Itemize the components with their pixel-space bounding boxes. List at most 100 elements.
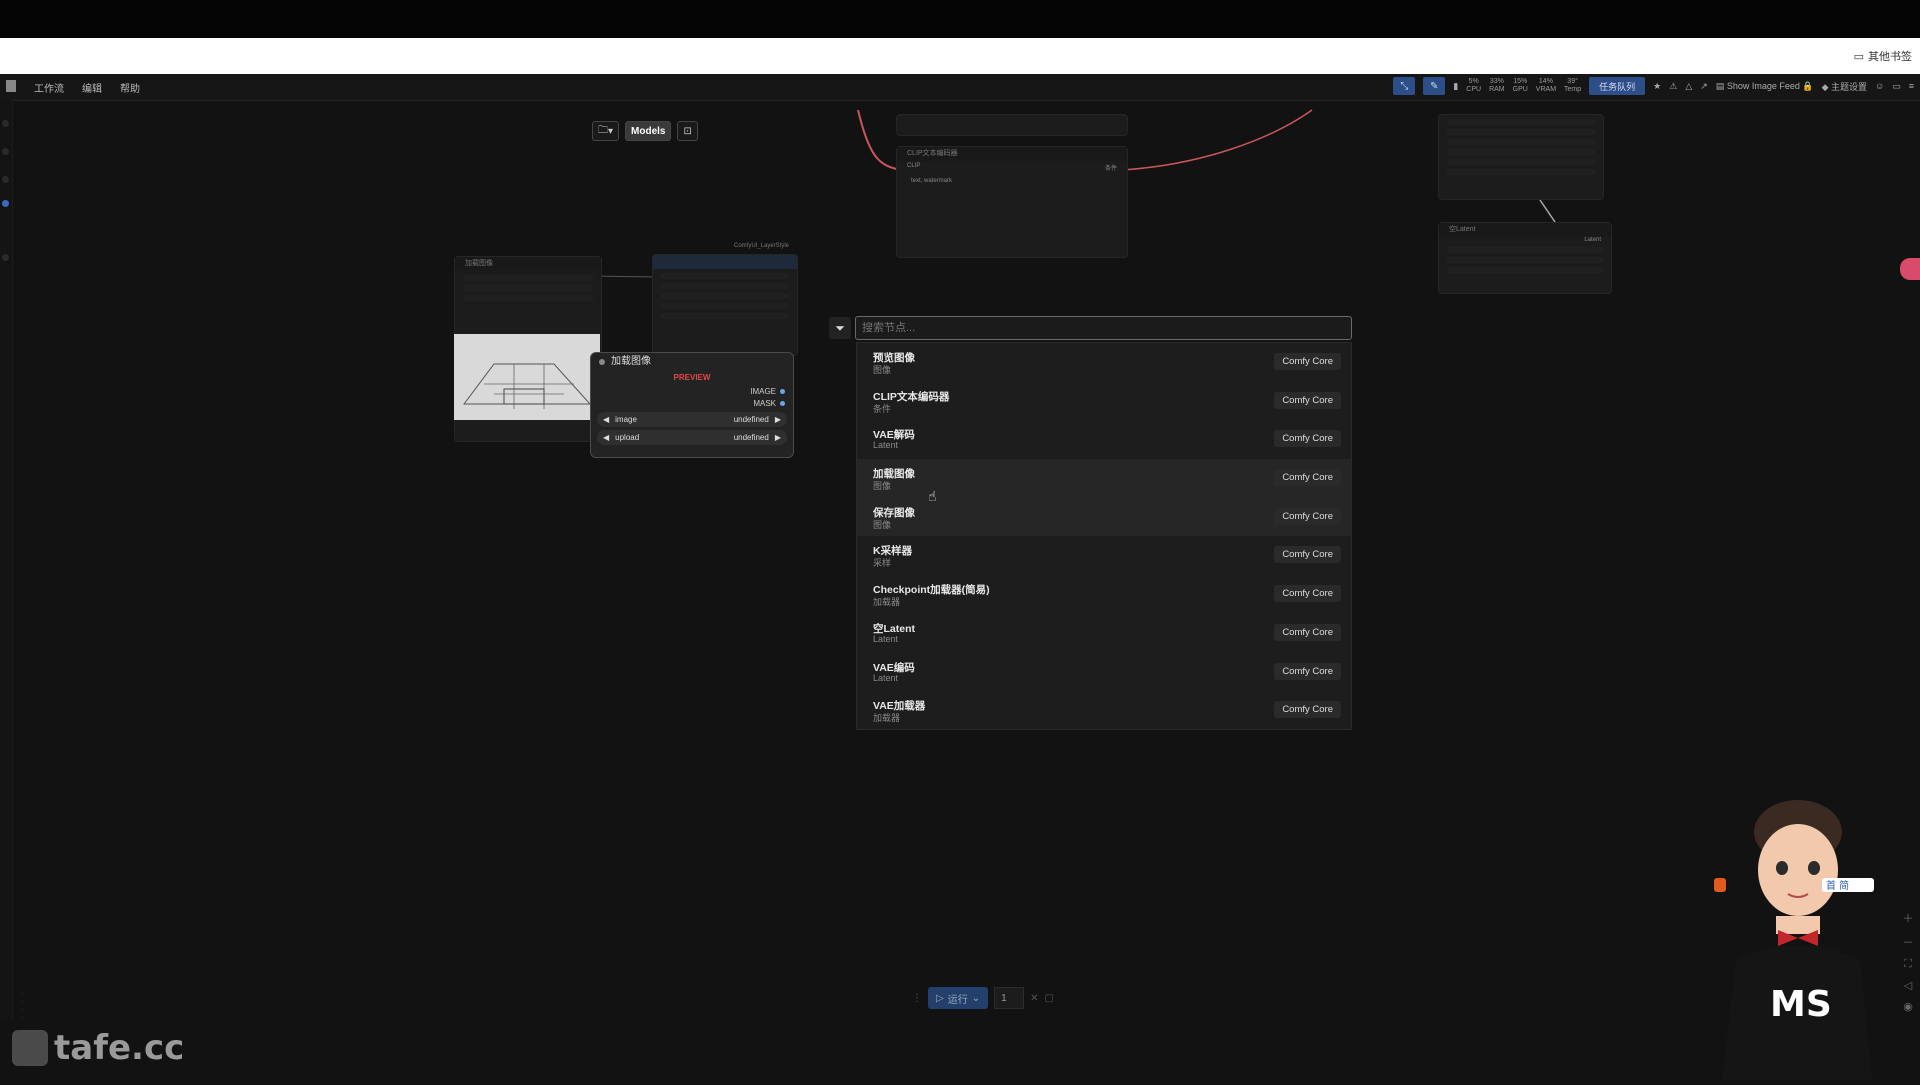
result-category: 图像 — [873, 365, 892, 375]
result-source-badge: Comfy Core — [1274, 469, 1341, 487]
stop-icon[interactable]: ▢ — [1044, 993, 1053, 1004]
fit-view-icon[interactable]: ⛶ — [1904, 958, 1912, 971]
search-result-item[interactable]: 预览图像 图像 Comfy Core — [857, 343, 1351, 382]
load-image-node-header[interactable]: 加载图像 — [591, 353, 793, 371]
avatar-illustration: 首 简 MS — [1714, 800, 1874, 1080]
image-feed-toggle[interactable]: ▤ Show Image Feed 🔒 — [1716, 81, 1814, 92]
node-search-input[interactable] — [855, 316, 1352, 340]
arrow-right-icon[interactable]: ▶ — [769, 433, 781, 442]
small-load-image-title: 加载图像 — [455, 257, 601, 271]
watermark: tafe.cc — [12, 1028, 184, 1068]
pen-toggle-icon[interactable]: ✎ — [1423, 77, 1446, 95]
app-menubar: 工作流 编辑 帮助 ⤡ ✎ ▮ 5% CPU 33% RAM 15% GPU 1… — [0, 74, 1920, 101]
queue-label: 任务队列 — [1599, 81, 1636, 92]
star-icon[interactable]: ★ — [1653, 81, 1661, 92]
top-ghost-node[interactable] — [896, 114, 1128, 136]
result-category: Latent — [873, 672, 899, 683]
output-pin-icon[interactable] — [780, 400, 785, 406]
result-category: 图像 — [873, 481, 892, 492]
eye-icon[interactable]: ◉ — [1903, 1000, 1913, 1013]
result-source-badge: Comfy Core — [1274, 430, 1341, 448]
image-widget-value: undefined — [733, 415, 769, 424]
zoom-in-icon[interactable]: ＋ — [1903, 910, 1914, 926]
hamburger-menu-icon[interactable]: ≡ — [1909, 81, 1914, 91]
other-bookmarks-label: 其他书签 — [1868, 51, 1912, 63]
theme-settings[interactable]: ◆ 主题设置 — [1822, 80, 1867, 93]
search-result-item[interactable]: VAE加载器 加载器 Comfy Core — [857, 691, 1351, 730]
arrow-right-icon[interactable]: ▶ — [769, 415, 781, 424]
result-category: Latent — [873, 440, 899, 451]
locate-icon[interactable]: ◁ — [1904, 979, 1912, 992]
other-bookmarks[interactable]: ▭ 其他书签 — [1854, 48, 1912, 64]
preview-label: PREVIEW — [673, 373, 711, 382]
queue-button[interactable]: 任务队列 — [1589, 77, 1646, 95]
warning-outline-icon[interactable]: △ — [1685, 81, 1692, 92]
latent-output-label: Latent — [1584, 237, 1601, 243]
search-results-list: 预览图像 图像 Comfy Core CLIP文本编码器 条件 Comfy Core VAE… — [856, 342, 1352, 730]
result-category: 条件 — [873, 403, 892, 414]
search-result-item[interactable]: VAE编码 Latent Comfy Core — [857, 653, 1351, 692]
batch-count-input[interactable]: 1 — [994, 987, 1025, 1009]
run-bar: ⋮ ▷ 运行 ⌄ 1 ✕ ▢ — [912, 987, 1054, 1009]
collapse-dot-icon[interactable] — [599, 359, 605, 365]
result-source-badge: Comfy Core — [1274, 507, 1341, 525]
search-result-item[interactable]: 空Latent Latent Comfy Core — [857, 614, 1351, 653]
result-source-badge: Comfy Core — [1274, 585, 1341, 603]
ram-meter: 33% RAM — [1489, 78, 1505, 93]
run-label: 运行 — [947, 994, 968, 1006]
search-result-item[interactable]: K采样器 采样 Comfy Core — [857, 536, 1351, 575]
avatar-shirt-text: MS — [1770, 984, 1832, 1025]
cancel-icon[interactable]: ✕ — [1030, 993, 1038, 1004]
warning-icon[interactable]: ⚠ — [1669, 81, 1677, 92]
output-mask[interactable]: MASK — [591, 397, 793, 409]
result-source-badge: Comfy Core — [1274, 546, 1341, 564]
upload-widget-name: upload — [615, 433, 640, 442]
toolbar-right: ⤡ ✎ ▮ 5% CPU 33% RAM 15% GPU 14% VRAM 39… — [1393, 77, 1914, 95]
bookmark-icon[interactable]: ▮ — [1453, 81, 1458, 92]
result-source-badge: Comfy Core — [1274, 391, 1341, 409]
sketch-image — [454, 334, 600, 420]
load-image-node[interactable]: 加载图像 PREVIEW IMAGE MASK ◀ image undefine… — [590, 352, 794, 458]
hand-cursor-icon: ☝ — [928, 488, 937, 504]
image-widget[interactable]: ◀ image undefined ▶ — [597, 412, 787, 427]
result-category: Latent — [873, 633, 899, 644]
filter-button[interactable]: ⏷ — [829, 317, 851, 339]
empty-latent-node[interactable]: 空Latent Latent — [1438, 222, 1612, 294]
upload-widget[interactable]: ◀ upload undefined ▶ — [597, 430, 787, 445]
link-toggle-icon[interactable]: ⤡ — [1393, 77, 1416, 95]
run-button[interactable]: ▷ 运行 ⌄ — [928, 987, 989, 1009]
search-result-item[interactable]: VAE解码 Latent Comfy Core — [857, 420, 1351, 459]
cpu-meter: 5% CPU — [1466, 78, 1482, 93]
result-source-badge: Comfy Core — [1274, 662, 1341, 680]
watermark-text: tafe.cc — [54, 1028, 185, 1068]
browser-bookmarks-bar: ▭ 其他书签 — [0, 38, 1920, 74]
output-pin-icon[interactable] — [780, 388, 785, 394]
folder-icon: ▭ — [1853, 50, 1864, 63]
search-result-item[interactable]: CLIP文本编码器 条件 Comfy Core — [857, 382, 1351, 421]
user-icon[interactable]: ☺ — [1875, 81, 1884, 91]
window-icon[interactable]: ▭ — [1892, 81, 1901, 92]
clip-text-encode-node[interactable]: CLIP文本编码器 CLIP 条件 text, watermark — [896, 146, 1128, 258]
layerstyle-node-title — [653, 255, 797, 269]
layerstyle-node[interactable] — [652, 254, 798, 356]
ksampler-ghost-node[interactable] — [1438, 114, 1604, 200]
canvas-stats: · · · · — [22, 991, 24, 1021]
image-widget-name: image — [615, 415, 637, 424]
result-source-badge: Comfy Core — [1274, 353, 1341, 370]
result-source-badge: Comfy Core — [1274, 701, 1341, 719]
layerstyle-label: ComfyUI_LayerStyle — [734, 243, 790, 249]
temp-meter: 39° Temp — [1564, 78, 1582, 93]
comfy-logo-icon[interactable] — [6, 79, 16, 92]
output-image[interactable]: IMAGE — [591, 385, 793, 397]
menu-help[interactable]: 帮助 — [120, 80, 140, 95]
drag-handle-icon[interactable]: ⋮ — [912, 993, 922, 1004]
chevron-down-icon[interactable]: ⌄ — [972, 993, 980, 1004]
side-badge[interactable] — [1900, 258, 1920, 280]
menu-edit[interactable]: 编辑 — [82, 80, 102, 95]
result-category: 采样 — [873, 558, 892, 569]
menu-workflow[interactable]: 工作流 — [34, 80, 64, 95]
share-icon[interactable]: ↗ — [1700, 81, 1708, 92]
top-black-strip — [0, 0, 1920, 38]
zoom-out-icon[interactable]: － — [1903, 934, 1914, 950]
search-result-item[interactable]: Checkpoint加载器(简易) 加载器 Comfy Core — [857, 575, 1351, 614]
